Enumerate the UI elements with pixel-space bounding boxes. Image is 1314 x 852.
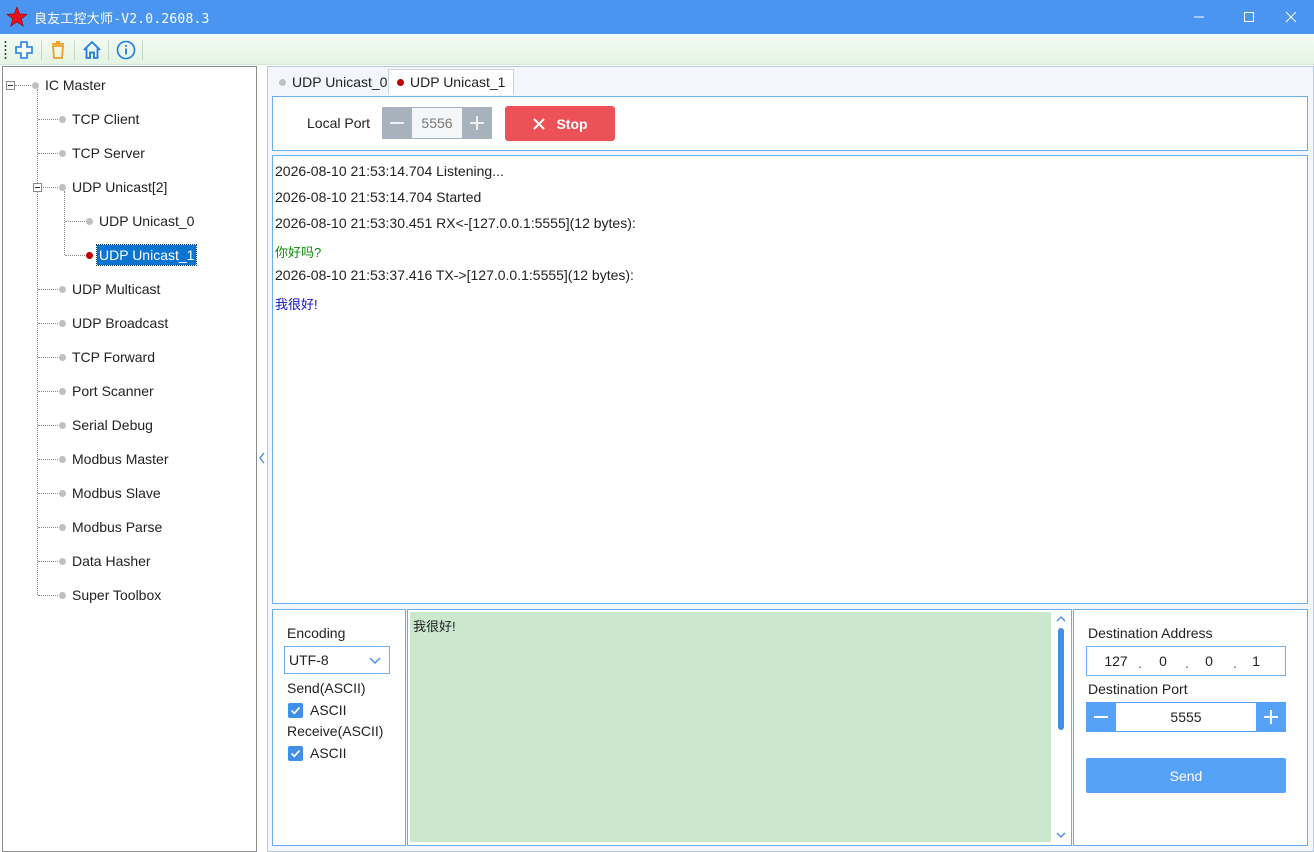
log-panel[interactable]: 2026-08-10 21:53:14.704 Listening... 202… (272, 155, 1308, 604)
log-line: 2026-08-10 21:53:30.451 RX<-[127.0.0.1:5… (275, 215, 636, 231)
toolbar-grip-icon (4, 41, 7, 59)
maximize-icon (1244, 12, 1254, 22)
window-title: 良友工控大师-V2.0.2608.3 (34, 12, 210, 27)
close-icon (533, 117, 546, 130)
log-line: 2026-08-10 21:53:14.704 Listening... (275, 163, 504, 179)
plus-icon (1264, 710, 1278, 724)
add-icon (15, 41, 33, 59)
ip-octet-2[interactable]: 0 (1148, 653, 1178, 669)
destination-port-increment-button[interactable] (1256, 702, 1286, 732)
tree-item-udp-unicast[interactable]: UDP Unicast[2] (70, 177, 169, 197)
tree-item-modbus-master[interactable]: Modbus Master (70, 449, 170, 469)
log-line-rx: 你好吗? (275, 245, 322, 260)
receive-ascii-checkbox[interactable]: ASCII (288, 745, 347, 761)
home-button[interactable] (80, 38, 104, 62)
title-bar: 良友工控大师-V2.0.2608.3 (0, 0, 1314, 34)
tree-item-tcp-server[interactable]: TCP Server (70, 143, 147, 163)
scroll-down-icon[interactable] (1056, 831, 1066, 839)
tree-item-modbus-slave[interactable]: Modbus Slave (70, 483, 163, 503)
info-icon (116, 40, 136, 60)
send-text-panel: 我很好! (407, 609, 1072, 846)
checkbox-checked-icon (288, 745, 303, 761)
tree-item-udp-multicast[interactable]: UDP Multicast (70, 279, 162, 299)
options-panel: Encoding UTF-8 Send(ASCII) ASCII Receive… (272, 609, 406, 846)
tree-toggle-udp-unicast[interactable] (33, 183, 42, 192)
delete-button[interactable] (46, 38, 70, 62)
tree-item-udp-unicast-1[interactable]: UDP Unicast_1 (95, 244, 198, 266)
local-port-input[interactable]: 5556 (412, 107, 462, 139)
local-port-increment-button[interactable] (462, 107, 492, 139)
log-line: 2026-08-10 21:53:37.416 TX->[127.0.0.1:5… (275, 267, 634, 283)
send-ascii-checkbox[interactable]: ASCII (288, 702, 347, 718)
close-button[interactable] (1268, 0, 1314, 34)
tree-toggle-root[interactable] (6, 81, 15, 90)
home-icon (83, 40, 101, 59)
ip-octet-1[interactable]: 127 (1101, 653, 1131, 669)
delete-icon (52, 41, 64, 59)
plus-icon (470, 116, 484, 130)
minimize-button[interactable] (1176, 0, 1222, 34)
destination-port-input[interactable]: 5555 (1116, 702, 1256, 732)
destination-address-label: Destination Address (1088, 625, 1213, 641)
local-port-label: Local Port (307, 115, 371, 131)
tree-item-udp-broadcast[interactable]: UDP Broadcast (70, 313, 170, 333)
destination-port-decrement-button[interactable] (1086, 702, 1116, 732)
send-textarea[interactable]: 我很好! (410, 612, 1051, 842)
toolbar (0, 34, 1314, 65)
scroll-up-icon[interactable] (1056, 615, 1066, 623)
minimize-icon (1194, 16, 1204, 18)
ip-octet-3[interactable]: 0 (1194, 653, 1224, 669)
tab-status-dot (279, 78, 286, 86)
info-button[interactable] (114, 38, 138, 62)
local-port-panel: Local Port 5556 Stop (272, 96, 1308, 151)
destination-address-input[interactable]: 127 . 0 . 0 . 1 (1086, 646, 1286, 676)
log-line-tx: 我很好! (275, 297, 318, 312)
star-icon (6, 6, 28, 27)
tree-item-serial-debug[interactable]: Serial Debug (70, 415, 155, 435)
send-text-scrollbar[interactable] (1053, 612, 1069, 842)
close-icon (1285, 11, 1297, 23)
encoding-label: Encoding (287, 625, 346, 641)
encoding-select[interactable]: UTF-8 (284, 646, 390, 674)
send-encoding-label: Send(ASCII) (287, 680, 366, 696)
stop-button[interactable]: Stop (505, 106, 615, 141)
send-button[interactable]: Send (1086, 758, 1286, 793)
destination-panel: Destination Address 127 . 0 . 0 . 1 Dest… (1073, 609, 1308, 846)
minus-icon (390, 122, 404, 124)
collapse-left-icon[interactable] (257, 450, 267, 466)
add-button[interactable] (12, 38, 36, 62)
local-port-decrement-button[interactable] (382, 107, 412, 139)
tab-status-dot (397, 78, 404, 86)
tree-item-tcp-client[interactable]: TCP Client (70, 109, 141, 129)
tab-udp-unicast-1[interactable]: UDP Unicast_1 (388, 69, 515, 95)
minus-icon (1094, 716, 1108, 718)
receive-encoding-label: Receive(ASCII) (287, 723, 384, 739)
checkbox-checked-icon (288, 702, 303, 718)
tree-item-ic-master[interactable]: IC Master (43, 75, 108, 95)
tree-item-udp-unicast-0[interactable]: UDP Unicast_0 (97, 211, 196, 231)
main-panel: UDP Unicast_0 UDP Unicast_1 Local Port 5… (267, 66, 1314, 852)
tree-item-super-toolbox[interactable]: Super Toolbox (70, 585, 163, 605)
tree-item-port-scanner[interactable]: Port Scanner (70, 381, 156, 401)
log-line: 2026-08-10 21:53:14.704 Started (275, 189, 482, 205)
tree-item-modbus-parse[interactable]: Modbus Parse (70, 517, 164, 537)
chevron-down-icon (369, 657, 381, 664)
tree-item-data-hasher[interactable]: Data Hasher (70, 551, 153, 571)
destination-port-label: Destination Port (1088, 681, 1188, 697)
tree-panel: IC Master TCP Client TCP Server UDP Unic… (2, 66, 257, 852)
ip-octet-4[interactable]: 1 (1241, 653, 1271, 669)
scrollbar-thumb[interactable] (1058, 628, 1064, 730)
tree-item-tcp-forward[interactable]: TCP Forward (70, 347, 157, 367)
tab-udp-unicast-0[interactable]: UDP Unicast_0 (270, 69, 396, 95)
maximize-button[interactable] (1226, 0, 1272, 34)
